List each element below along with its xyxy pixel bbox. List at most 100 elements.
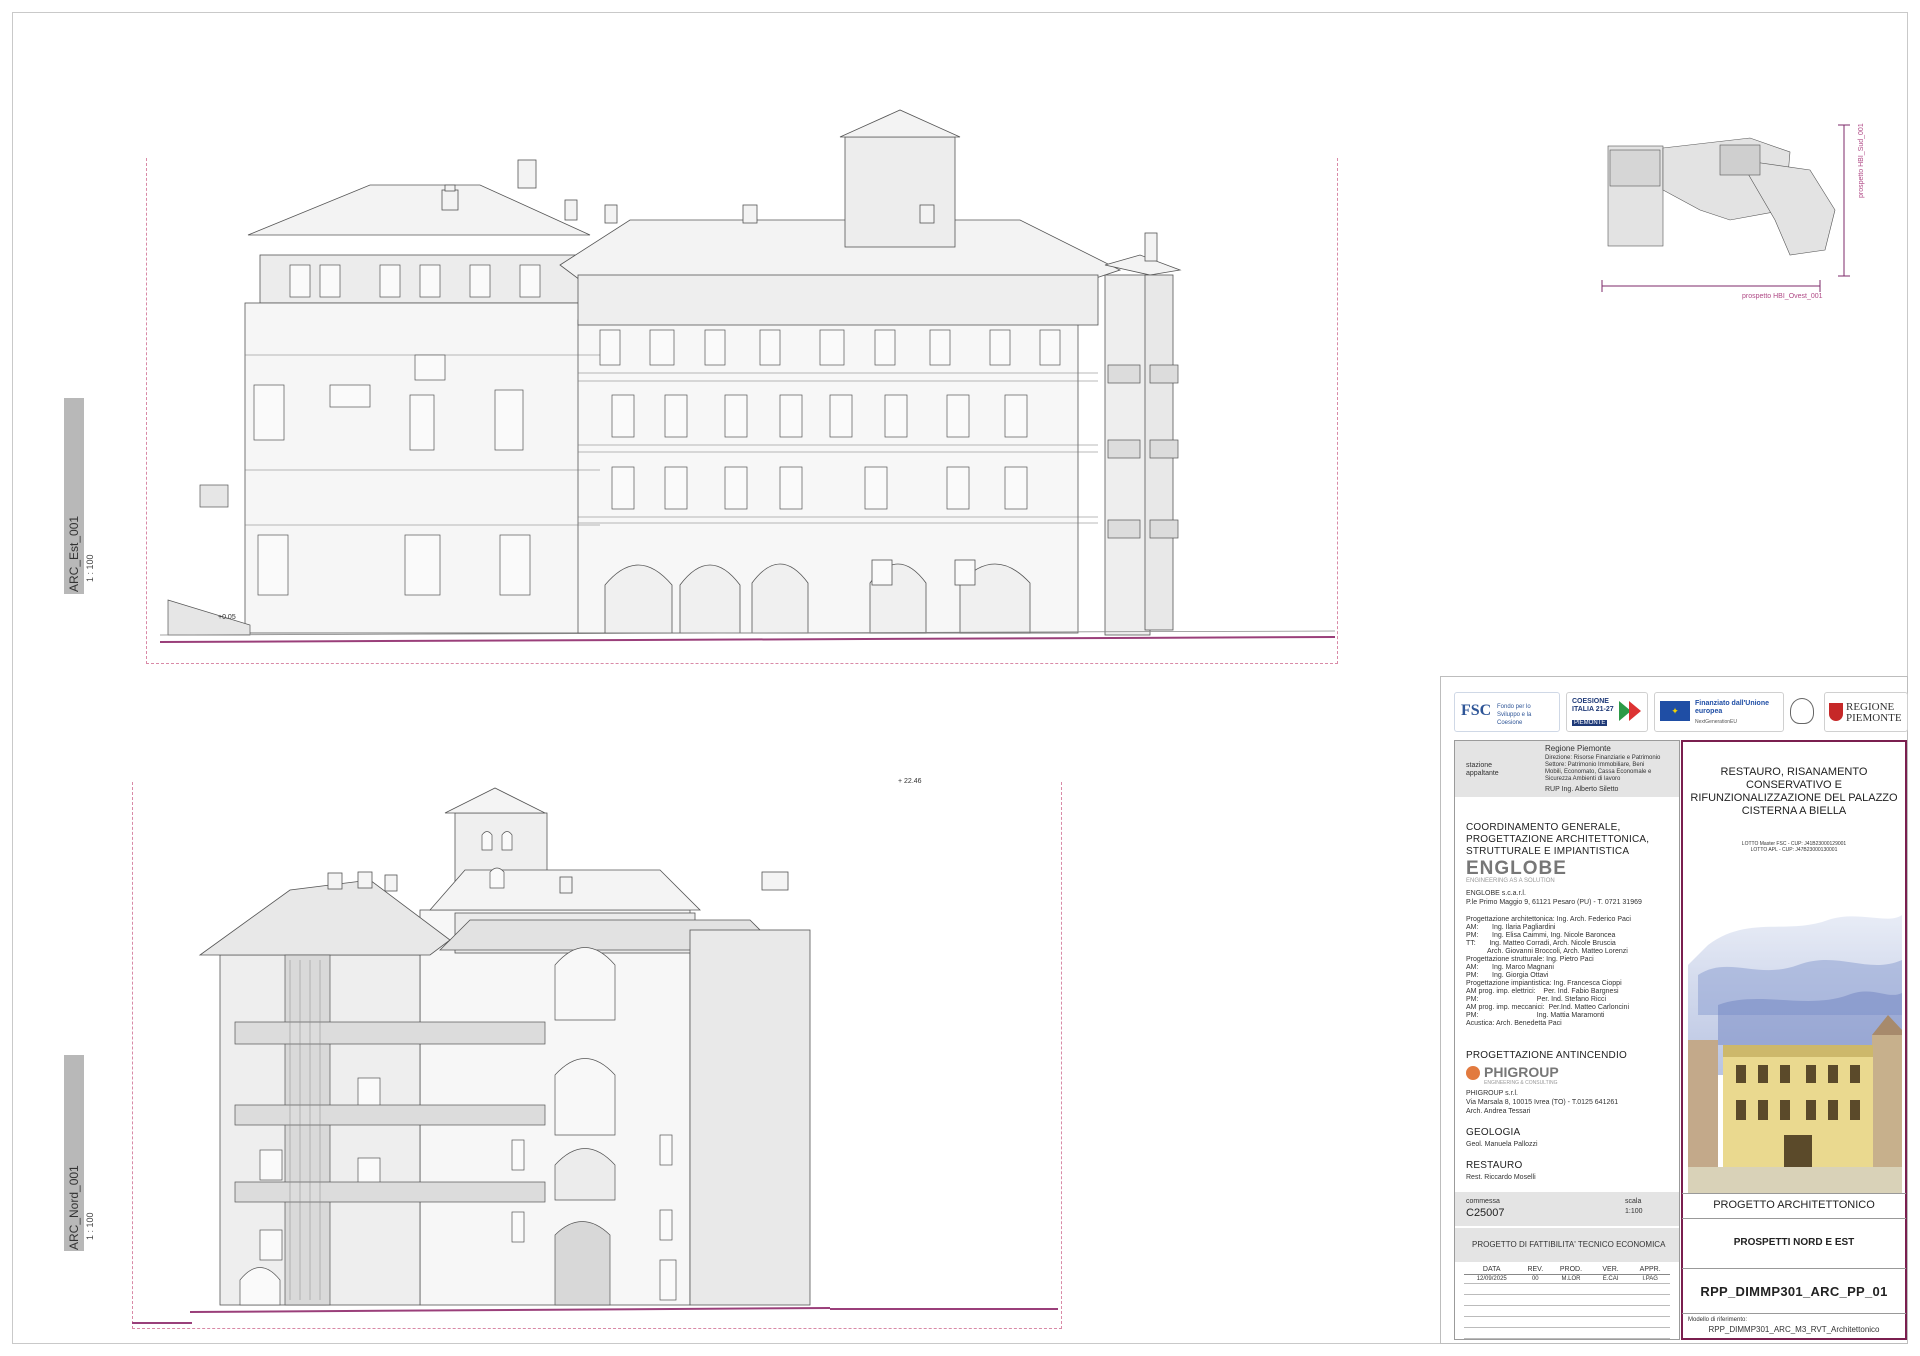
team-line: AM prog. imp. elettrici: Per. Ind. Fabio… [1466, 988, 1619, 995]
regione-logo: REGIONE PIEMONTE [1824, 692, 1908, 732]
revision-row-empty [1464, 1295, 1670, 1306]
east-view-title: ARC_Est_001 [67, 515, 81, 592]
section-divider-3 [1682, 1268, 1906, 1269]
phigroup-address: Via Marsala 8, 10015 Ivrea (TO) - T.0125… [1466, 1099, 1619, 1106]
eu-logo-text: Finanziato dall'Unione europea [1695, 700, 1769, 715]
coordinamento-title: COORDINAMENTO GENERALE, PROGETTAZIONE AR… [1466, 822, 1650, 857]
logo-strip: FSC Fondo per lo Sviluppo e la Coesione … [1454, 688, 1908, 736]
phigroup-logo: PHIGROUP [1484, 1064, 1559, 1080]
section-name: PROGETTO ARCHITETTONICO [1713, 1199, 1875, 1211]
commessa-value: C25007 [1466, 1207, 1505, 1219]
antincendio-title: PROGETTAZIONE ANTINCENDIO [1466, 1050, 1627, 1061]
section-divider-2 [1682, 1218, 1906, 1219]
north-ground-line-ext [830, 1308, 1058, 1310]
model-label: Modello di riferimento: [1688, 1317, 1748, 1323]
revision-row-empty [1464, 1284, 1670, 1295]
phigroup-tagline: ENGINEERING & CONSULTING [1484, 1080, 1558, 1086]
rev-col-header: APPR. [1639, 1266, 1661, 1273]
phigroup-icon [1466, 1066, 1480, 1080]
scale-label: scala [1625, 1198, 1642, 1205]
team-line: Progettazione impiantistica: Ing. France… [1466, 980, 1622, 987]
eu-logo-sub: NextGenerationEU [1695, 719, 1737, 725]
scale-value: 1:100 [1625, 1208, 1643, 1215]
fsc-logo-text: FSC [1461, 702, 1492, 719]
fsc-logo: FSC Fondo per lo Sviluppo e la Coesione [1454, 692, 1560, 732]
rev-cell: I.PAG [1642, 1276, 1658, 1282]
team-line: AM prog. imp. meccanici: Per.Ind. Matteo… [1466, 1004, 1630, 1011]
east-elevation-drawing: +0.05 [160, 109, 1336, 643]
drawing-title: PROSPETTI NORD E EST [1733, 1237, 1855, 1248]
team-line: Arch. Giovanni Broccoli, Arch. Matteo Lo… [1466, 948, 1628, 955]
phigroup-person: Arch. Andrea Tessari [1466, 1108, 1531, 1115]
key-plan [1601, 124, 1850, 292]
geologia-title: GEOLOGIA [1466, 1127, 1521, 1138]
team-list: Progettazione architettonica: Ing. Arch.… [1466, 916, 1676, 1028]
englobe-tagline: ENGINEERING AS A SOLUTION [1466, 878, 1555, 884]
team-line: TT: Ing. Matteo Corradi, Arch. Nicole Br… [1466, 940, 1616, 947]
regione-logo-text: REGIONE PIEMONTE [1846, 701, 1902, 724]
coesione-logo: COESIONE ITALIA 21-27 PIEMONTE [1566, 692, 1648, 732]
englobe-address: P.le Primo Maggio 9, 61121 Pesaro (PU) -… [1466, 899, 1642, 906]
rev-col-header: VER. [1602, 1266, 1619, 1273]
project-title: RESTAURO, RISANAMENTO CONSERVATIVO E RIF… [1690, 766, 1898, 817]
coesione-arrows-icon-red [1629, 701, 1641, 721]
section-divider-4 [1682, 1313, 1906, 1314]
east-level-marker: +0.05 [218, 614, 236, 621]
rev-cell: 12/09/2025 [1476, 1276, 1507, 1282]
rev-col-header: DATA [1482, 1266, 1501, 1273]
palazzo-illustration [1688, 905, 1902, 1193]
team-line: Progettazione architettonica: Ing. Arch.… [1466, 916, 1631, 923]
stazione-line: Sicurezza Ambienti di lavoro [1545, 776, 1621, 782]
eu-flag-icon: ✦ [1660, 701, 1690, 721]
key-plan-label-sud: prospetto HBI_Sud_001 [1858, 123, 1865, 198]
stazione-rup: RUP Ing. Alberto Siletto [1545, 786, 1619, 793]
rev-col-header: REV. [1527, 1266, 1544, 1273]
revision-row: 12/09/2025 00 M.LOR E.CAI I.PAG [1464, 1275, 1670, 1284]
revision-row-empty [1464, 1317, 1670, 1328]
regione-shield-icon [1829, 703, 1843, 721]
team-line: Acustica: Arch. Benedetta Paci [1466, 1020, 1562, 1027]
rev-cell: 00 [1531, 1276, 1539, 1282]
stazione-line: Settore: Patrimonio Immobiliare, Beni [1545, 762, 1645, 768]
team-line: PM: Ing. Mattia Maramonti [1466, 1012, 1605, 1019]
revision-table: DATA REV. PROD. VER. APPR. 12/09/2025 00… [1464, 1266, 1670, 1339]
italy-emblem-icon [1790, 698, 1814, 724]
east-view-scale: 1 : 100 [85, 554, 95, 582]
rev-cell: E.CAI [1602, 1276, 1619, 1282]
coesione-logo-sub: PIEMONTE [1572, 720, 1608, 726]
team-line: Progettazione strutturale: Ing. Pietro P… [1466, 956, 1594, 963]
commessa-label: commessa [1466, 1198, 1500, 1205]
section-divider-1 [1682, 1193, 1906, 1194]
team-line: PM: Ing. Elisa Caimmi, Ing. Nicole Baron… [1466, 932, 1616, 939]
restauro-person: Rest. Riccardo Moselli [1466, 1174, 1536, 1181]
geologia-person: Geol. Manuela Pallozzi [1466, 1141, 1538, 1148]
team-line: PM: Per. Ind. Stefano Ricci [1466, 996, 1607, 1003]
north-elevation-drawing [190, 787, 830, 1313]
project-lotto-2: LOTTO APL - CUP: J47B23000130001 [1750, 847, 1838, 853]
team-line: PM: Ing. Giorgia Ottavi [1466, 972, 1549, 979]
stazione-org: Regione Piemonte [1545, 744, 1611, 753]
revision-header: DATA REV. PROD. VER. APPR. [1464, 1266, 1670, 1275]
north-view-scale: 1 : 100 [85, 1212, 95, 1240]
rev-col-header: PROD. [1559, 1266, 1583, 1273]
fsc-logo-sub: Fondo per lo Sviluppo e la Coesione [1497, 704, 1532, 726]
phigroup-company: PHIGROUP s.r.l. [1466, 1090, 1518, 1097]
stazione-lines: Direzione: Risorse Finanziarie e Patrimo… [1545, 755, 1677, 783]
englobe-company: ENGLOBE s.c.a.r.l. [1466, 890, 1526, 897]
stazione-line: Direzione: Risorse Finanziarie e Patrimo… [1545, 755, 1661, 761]
team-line: AM: Ing. Marco Magnani [1466, 964, 1554, 971]
stazione-line: Mobili, Economato, Cassa Economale e [1545, 769, 1652, 775]
revision-row-empty [1464, 1328, 1670, 1339]
north-view-title: ARC_Nord_001 [67, 1165, 81, 1250]
north-level-marker: + 22.46 [898, 778, 922, 785]
stazione-label: stazione appaltante [1466, 762, 1499, 777]
coesione-logo-text: COESIONE ITALIA 21-27 [1572, 698, 1614, 713]
fase-label: PROGETTO DI FATTIBILITA' TECNICO ECONOMI… [1472, 1240, 1666, 1249]
east-ground-line-ext [132, 1322, 192, 1324]
key-plan-label-ovest: prospetto HBI_Ovest_001 [1742, 293, 1823, 300]
drawing-code: RPP_DIMMP301_ARC_PP_01 [1700, 1284, 1888, 1299]
rev-cell: M.LOR [1561, 1276, 1581, 1282]
model-name: RPP_DIMMP301_ARC_M3_RVT_Architettonico [1708, 1325, 1880, 1334]
eu-logo: ✦ Finanziato dall'Unione europea NextGen… [1654, 692, 1784, 732]
restauro-title: RESTAURO [1466, 1160, 1523, 1171]
